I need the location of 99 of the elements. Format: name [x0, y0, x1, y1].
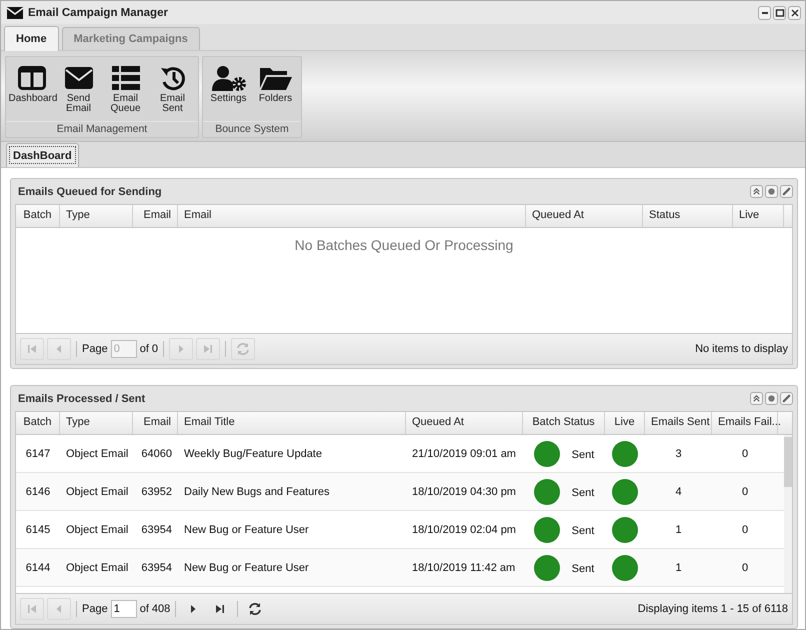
page-label: Page [82, 343, 108, 355]
table-cell: 63954 [141, 562, 172, 574]
history-icon [160, 64, 186, 91]
table-cell: Object Email [66, 486, 128, 498]
page-label: Page [82, 603, 108, 615]
table-cell: 6146 [26, 486, 50, 498]
table-cell: 6145 [26, 524, 50, 536]
document-tab[interactable]: DashBoard [6, 143, 79, 167]
status-text: Sent [572, 448, 594, 460]
table-cell: 0 [742, 486, 748, 498]
group-label: Bounce System [203, 120, 301, 137]
table-cell: 3 [675, 448, 682, 460]
table-cell: 1 [675, 562, 682, 574]
column-header[interactable]: Live [733, 205, 784, 227]
ribbon-button[interactable]: Email Sent [150, 64, 195, 114]
table-cell: 21/10/2019 09:01 am [412, 448, 516, 460]
table-cell: 4 [675, 486, 682, 498]
table-cell: 63952 [141, 486, 172, 498]
column-header[interactable]: Type [60, 205, 133, 227]
table-cell: Object Email [66, 448, 128, 460]
scrollbar[interactable] [784, 435, 792, 593]
previous-icon [54, 344, 64, 354]
collapse-button[interactable] [750, 392, 763, 405]
paging-info: No items to display [695, 343, 788, 355]
table-cell: 1 [675, 524, 682, 536]
column-header[interactable]: Email [133, 412, 178, 434]
envelope-icon [7, 6, 23, 19]
table-cell: 0 [742, 524, 748, 536]
maximize-button[interactable] [773, 6, 786, 20]
column-header[interactable]: Type [60, 412, 133, 434]
page-field[interactable]: 1 [110, 600, 137, 618]
settings-button[interactable] [765, 392, 778, 405]
envelope-icon [64, 64, 92, 91]
table-cell: Daily New Bugs and Features [184, 486, 330, 498]
table-cell: 64060 [141, 448, 172, 460]
circle-icon [767, 187, 776, 196]
empty-message: No Batches Queued Or Processing [294, 236, 514, 255]
column-header[interactable]: Email [178, 205, 526, 227]
table-cell: 63954 [141, 524, 172, 536]
refresh-icon [248, 602, 262, 616]
column-header[interactable]: Queued At [406, 412, 523, 434]
pencil-icon [782, 187, 791, 196]
ribbon-button[interactable]: Folders [253, 64, 298, 104]
minimize-button[interactable] [758, 6, 771, 20]
table-cell: 0 [742, 448, 748, 460]
table-cell: New Bug or Feature User [184, 524, 309, 536]
table-cell: 0 [742, 562, 748, 574]
circle-icon [767, 394, 776, 403]
refresh-icon [236, 342, 250, 356]
collapse-button[interactable] [750, 185, 763, 198]
ribbon-button[interactable]: Settings [206, 64, 251, 104]
status-text: Sent [572, 524, 594, 536]
column-header[interactable]: Batch Status [523, 412, 605, 434]
close-icon [790, 8, 800, 18]
settings-button[interactable] [765, 185, 778, 198]
table-cell: Object Email [66, 524, 128, 536]
table-cell: Object Email [66, 562, 128, 574]
first-page-icon [27, 344, 37, 354]
page-count: of 408 [140, 603, 170, 615]
window-title: Email Campaign Manager [28, 6, 168, 19]
user-gear-icon [212, 64, 246, 91]
column-header[interactable]: Batch [16, 412, 60, 434]
panel-title: Emails Queued for Sending [17, 186, 162, 198]
table-cell: 18/10/2019 11:42 am [412, 562, 516, 574]
column-header[interactable]: Email [133, 205, 178, 227]
column-header[interactable]: Queued At [526, 205, 643, 227]
column-header[interactable]: Email Title [178, 412, 406, 434]
close-button[interactable] [788, 6, 801, 20]
ribbon-button[interactable]: Email Queue [103, 64, 148, 114]
pencil-icon [782, 394, 791, 403]
table-cell: Weekly Bug/Feature Update [184, 448, 322, 460]
double-chevron-icon [752, 187, 761, 196]
ribbon-tab[interactable]: Home [4, 26, 59, 51]
column-header[interactable]: Status [643, 205, 733, 227]
list-icon [112, 64, 140, 91]
maximize-icon [774, 8, 784, 18]
page-count: of 0 [140, 343, 158, 355]
table-cell: New Bug or Feature User [184, 562, 309, 574]
status-text: Sent [572, 486, 594, 498]
table-cell: 18/10/2019 04:30 pm [412, 486, 516, 498]
column-header[interactable]: Live [605, 412, 645, 434]
double-chevron-icon [752, 394, 761, 403]
column-header[interactable]: Emails Sent [645, 412, 712, 434]
table-cell: 18/10/2019 02:04 pm [412, 524, 516, 536]
last-page-icon [203, 344, 214, 354]
column-header[interactable]: Emails Fail... [712, 412, 778, 434]
table-cell: 6144 [26, 562, 50, 574]
table-cell: 6147 [26, 448, 50, 460]
column-header[interactable]: Batch [16, 205, 60, 227]
panel-title: Emails Processed / Sent [17, 392, 146, 404]
ribbon-button[interactable]: Send Email [56, 64, 101, 114]
minimize-icon [762, 12, 768, 14]
last-page-icon [215, 604, 226, 614]
columns-icon [18, 64, 46, 91]
first-page-icon [27, 604, 37, 614]
status-text: Sent [572, 562, 594, 574]
previous-icon [54, 604, 64, 614]
paging-info: Displaying items 1 - 15 of 6118 [638, 603, 788, 615]
group-label: Email Management [6, 120, 198, 137]
